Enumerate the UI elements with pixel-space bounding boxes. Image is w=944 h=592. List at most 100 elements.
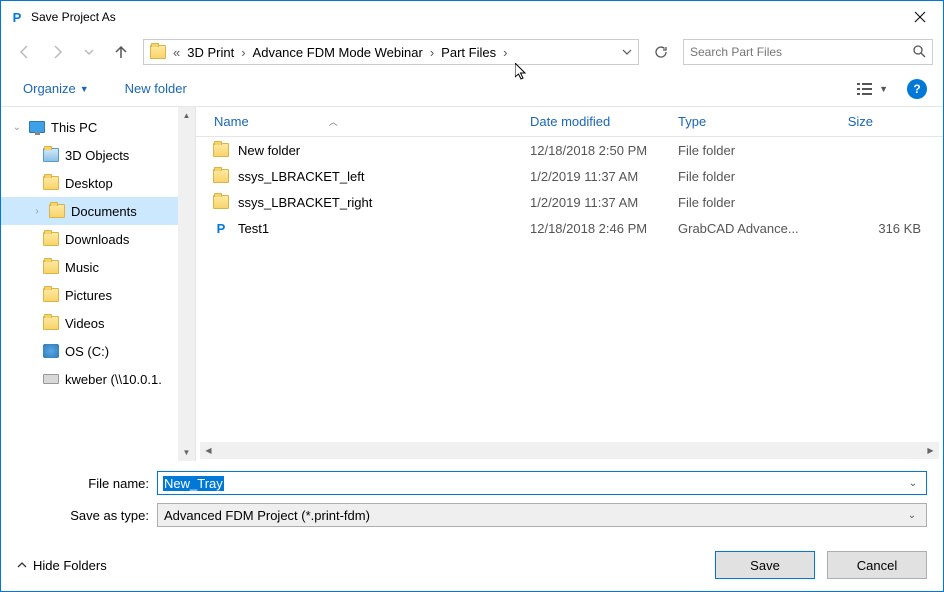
header-date[interactable]: Date modified [530,114,678,129]
column-headers[interactable]: Name ︿ Date modified Type Size [196,107,943,137]
breadcrumb-chevron[interactable]: › [500,45,510,60]
breadcrumb-seg-0[interactable]: 3D Print [183,40,238,64]
recent-button[interactable] [75,38,103,66]
sidebar-item-music[interactable]: Music [1,253,195,281]
view-icon [857,82,875,96]
breadcrumb-dropdown[interactable] [618,45,636,60]
header-name[interactable]: Name ︿ [196,114,530,129]
sidebar-scrollbar[interactable]: ▲ ▼ [178,107,195,461]
help-button[interactable]: ? [907,79,927,99]
file-name-field[interactable]: New_Tray ⌄ [157,471,927,495]
scroll-down[interactable]: ▼ [178,444,195,461]
sidebar-label: Music [65,260,99,275]
sidebar-item-pictures[interactable]: Pictures [1,281,195,309]
header-type[interactable]: Type [678,114,830,129]
chevron-down-icon [622,47,632,57]
file-name: ssys_LBRACKET_left [238,169,530,184]
search-input[interactable] [690,45,912,59]
close-button[interactable] [897,1,943,33]
sidebar-label: kweber (\\10.0.1. [65,372,162,387]
view-button[interactable]: ▼ [850,78,895,100]
scroll-right[interactable]: ▶ [922,442,939,459]
refresh-icon [654,45,668,59]
up-button[interactable] [107,38,135,66]
breadcrumb-chevron[interactable]: « [170,45,183,60]
arrow-up-icon [113,44,129,60]
folder-icon [49,203,65,219]
scroll-track[interactable] [178,124,195,444]
folder-icon [213,195,229,209]
chevron-down-icon: ▼ [80,84,89,94]
sidebar-label: Videos [65,316,105,331]
breadcrumb-root-icon[interactable] [146,40,170,64]
scroll-up[interactable]: ▲ [178,107,195,124]
hide-folders-button[interactable]: Hide Folders [17,558,107,573]
file-row[interactable]: ssys_LBRACKET_left1/2/2019 11:37 AMFile … [196,163,943,189]
app-icon: P [9,9,25,25]
new-folder-label: New folder [125,81,187,96]
file-name: New folder [238,143,530,158]
scroll-track[interactable] [217,442,922,459]
save-type-value: Advanced FDM Project (*.print-fdm) [164,508,904,523]
navbar: « 3D Print › Advance FDM Mode Webinar › … [1,33,943,71]
file-name: ssys_LBRACKET_right [238,195,530,210]
file-type: File folder [678,195,830,210]
file-name-label: File name: [17,476,157,491]
sidebar-item-videos[interactable]: Videos [1,309,195,337]
organize-label: Organize [23,81,76,96]
breadcrumb-seg-2[interactable]: Part Files [437,40,500,64]
breadcrumb-chevron[interactable]: › [427,45,437,60]
monitor-icon [29,119,45,135]
back-button[interactable] [11,38,39,66]
file-row[interactable]: ssys_LBRACKET_right1/2/2019 11:37 AMFile… [196,189,943,215]
file-size: 316 KB [830,221,943,236]
search-box[interactable] [683,39,933,65]
sidebar-item-3d-objects[interactable]: 3D Objects [1,141,195,169]
sidebar-item-desktop[interactable]: Desktop [1,169,195,197]
header-size[interactable]: Size [830,114,943,129]
breadcrumb-chevron[interactable]: › [238,45,248,60]
file-row[interactable]: PTest112/18/2018 2:46 PMGrabCAD Advance.… [196,215,943,241]
refresh-button[interactable] [647,39,675,65]
footer: Hide Folders Save Cancel [1,539,943,591]
folder-icon [213,143,229,157]
expand-chevron[interactable]: ⌄ [11,122,23,133]
expand-chevron[interactable]: › [31,206,43,217]
breadcrumb[interactable]: « 3D Print › Advance FDM Mode Webinar › … [143,39,639,65]
titlebar: P Save Project As [1,1,943,33]
folder-icon [43,147,59,163]
horizontal-scrollbar[interactable]: ◀ ▶ [200,442,939,459]
sidebar-item-documents[interactable]: › Documents [1,197,195,225]
new-folder-button[interactable]: New folder [119,77,193,100]
sidebar-item-os-drive[interactable]: OS (C:) [1,337,195,365]
forward-button[interactable] [43,38,71,66]
close-icon [914,11,926,23]
file-name-value[interactable]: New_Tray [163,476,224,491]
file-name: Test1 [238,221,530,236]
sidebar-item-network-drive[interactable]: kweber (\\10.0.1. [1,365,195,393]
sidebar: ⌄ This PC 3D Objects Desktop › Documents… [1,107,196,461]
file-row[interactable]: New folder12/18/2018 2:50 PMFile folder [196,137,943,163]
scroll-left[interactable]: ◀ [200,442,217,459]
window-title: Save Project As [31,10,897,24]
chevron-down-icon [84,47,94,57]
file-type: GrabCAD Advance... [678,221,830,236]
sort-indicator-icon: ︿ [329,115,338,128]
file-type: File folder [678,169,830,184]
file-date: 12/18/2018 2:46 PM [530,221,678,236]
search-icon[interactable] [912,44,926,61]
organize-button[interactable]: Organize ▼ [17,77,95,100]
file-name-dropdown[interactable]: ⌄ [905,478,921,489]
sidebar-label: Documents [71,204,137,219]
file-date: 1/2/2019 11:37 AM [530,169,678,184]
save-button[interactable]: Save [715,551,815,579]
sidebar-label: Downloads [65,232,129,247]
save-type-select[interactable]: Advanced FDM Project (*.print-fdm) ⌄ [157,503,927,527]
folder-icon [43,231,59,247]
toolbar: Organize ▼ New folder ▼ ? [1,71,943,107]
sidebar-item-downloads[interactable]: Downloads [1,225,195,253]
sidebar-label: This PC [51,120,97,135]
breadcrumb-seg-1[interactable]: Advance FDM Mode Webinar [249,40,427,64]
sidebar-this-pc[interactable]: ⌄ This PC [1,113,195,141]
cancel-button[interactable]: Cancel [827,551,927,579]
